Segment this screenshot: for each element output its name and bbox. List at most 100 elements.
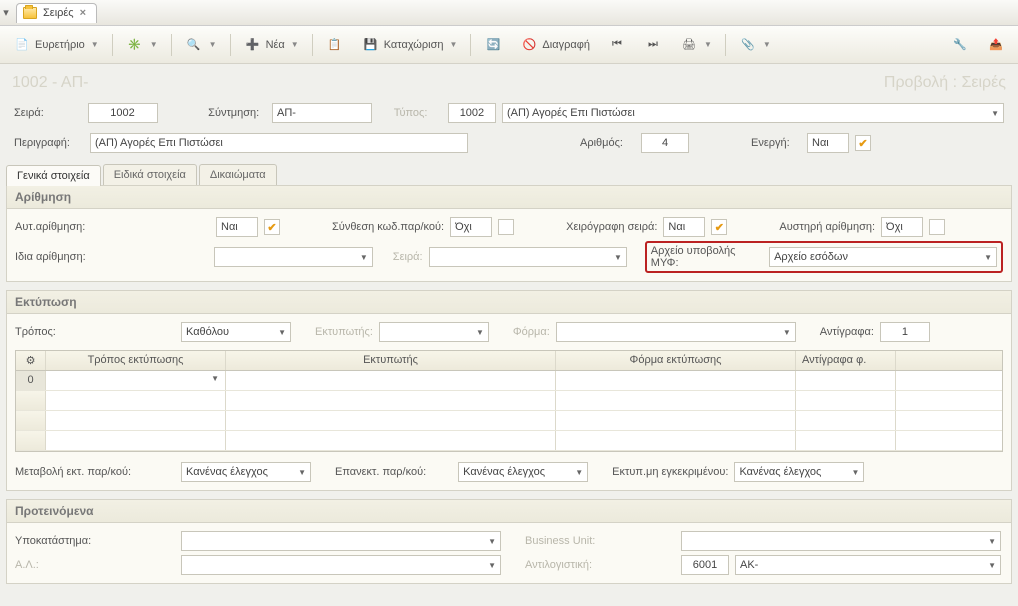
series-input[interactable] [88,103,158,123]
tab-bar-dropdown-icon[interactable]: ▾ [0,6,12,19]
mode-combo[interactable]: Καθόλου▼ [181,322,291,342]
series2-combo[interactable]: ▼ [429,247,627,267]
tools-button[interactable]: 🔧 [944,32,976,58]
tab-rights[interactable]: Δικαιώματα [199,164,277,185]
change-label: Μεταβολή εκτ. παρ/κού: [15,466,175,478]
document-icon: 📄 [13,36,31,54]
prev-button[interactable]: ⏮ [601,32,633,58]
myf-combo[interactable]: Αρχείο εσόδων▼ [769,247,997,267]
active-input[interactable] [807,133,849,153]
branch-combo[interactable]: ▼ [181,531,501,551]
type-code-input[interactable] [448,103,496,123]
breadcrumb-right: Προβολή : Σειρές [884,74,1006,92]
star-button[interactable]: ✳️▼ [119,32,165,58]
table-row[interactable] [16,431,1002,451]
myf-label: Αρχείο υποβολής ΜΥΦ: [651,245,765,269]
grid-header: ⚙ Τρόπος εκτύπωσης Εκτυπωτής Φόρμα εκτύπ… [16,351,1002,371]
suggested-title: Προτεινόμενα [7,500,1011,523]
copy-button[interactable]: 📋 [319,32,351,58]
exit-icon: 📤 [987,36,1005,54]
desc-input[interactable] [90,133,468,153]
print-button[interactable]: 🖨▼ [673,32,719,58]
attach-icon: 📎 [739,36,757,54]
window-tab[interactable]: Σειρές × [16,3,97,23]
form-combo[interactable]: ▼ [556,322,796,342]
printer-label: Εκτυπωτής: [315,326,373,338]
compose-label: Σύνθεση κωδ.παρ/κού: [332,221,444,233]
grid-h-form[interactable]: Φόρμα εκτύπωσης [556,351,796,370]
form-label: Φόρμα: [513,326,550,338]
index-label: Ευρετήριο [35,39,85,51]
grid-h-copies[interactable]: Αντίγραφα φ. [796,351,896,370]
reprint-label: Επανεκτ. παρ/κού: [335,466,426,478]
main-toolbar: 📄 Ευρετήριο ▼ ✳️▼ 🔍▼ ➕ Νέα ▼ 📋 💾 Καταχώρ… [0,26,1018,64]
header-form: Σειρά: Σύντμηση: Τύπος: (ΑΠ) Αγορές Επι … [6,98,1012,158]
exit-button[interactable]: 📤 [980,32,1012,58]
manual-checkbox[interactable] [711,219,727,235]
new-button[interactable]: ➕ Νέα ▼ [237,32,306,58]
compose-input[interactable] [450,217,492,237]
numbering-panel: Αρίθμηση Αυτ.αρίθμηση: Σύνθεση κωδ.παρ/κ… [6,185,1012,282]
strict-input[interactable] [881,217,923,237]
grid-h-mode[interactable]: Τρόπος εκτύπωσης [46,351,226,370]
delete-button[interactable]: 🚫 Διαγραφή [513,32,597,58]
active-checkbox[interactable] [855,135,871,151]
counter-desc-combo[interactable]: ΑΚ-▼ [735,555,1001,575]
auto-number-input[interactable] [216,217,258,237]
copies-label: Αντίγραφα: [820,326,874,338]
grid-gear-icon[interactable]: ⚙ [16,351,46,370]
counter-code-input[interactable] [681,555,729,575]
printer-combo[interactable]: ▼ [379,322,489,342]
unapproved-combo[interactable]: Κανένας έλεγχος▼ [734,462,864,482]
grid-h-printer[interactable]: Εκτυπωτής [226,351,556,370]
type-label: Τύπος: [394,107,442,119]
refresh-icon: 🔄 [484,36,502,54]
breadcrumb: 1002 - ΑΠ- Προβολή : Σειρές [0,64,1018,98]
tab-general[interactable]: Γενικά στοιχεία [6,165,101,186]
table-row[interactable]: 0 ▼ [16,371,1002,391]
reprint-combo[interactable]: Κανένας έλεγχος▼ [458,462,588,482]
save-label: Καταχώριση [384,39,444,51]
manual-label: Χειρόγραφη σειρά: [566,221,657,233]
tab-special[interactable]: Ειδικά στοιχεία [103,164,197,185]
numbering-title: Αρίθμηση [7,186,1011,209]
desc-label: Περιγραφή: [14,137,84,149]
refresh-button[interactable]: 🔄 [477,32,509,58]
strict-checkbox[interactable] [929,219,945,235]
number-input[interactable] [641,133,689,153]
search-button[interactable]: 🔍▼ [178,32,224,58]
same-number-combo[interactable]: ▼ [214,247,373,267]
wrench-icon: 🔧 [951,36,969,54]
save-button[interactable]: 💾 Καταχώριση ▼ [355,32,465,58]
active-label: Ενεργή: [751,137,801,149]
type-desc-combo[interactable]: (ΑΠ) Αγορές Επι Πιστώσει▼ [502,103,1004,123]
star-icon: ✳️ [126,36,144,54]
table-row[interactable] [16,411,1002,431]
inner-tabs: Γενικά στοιχεία Ειδικά στοιχεία Δικαιώμα… [6,164,1018,185]
plus-icon: ➕ [244,36,262,54]
close-icon[interactable]: × [80,7,86,19]
save-icon: 💾 [362,36,380,54]
manual-input[interactable] [663,217,705,237]
copies-input[interactable] [880,322,930,342]
printing-panel: Εκτύπωση Τρόπος: Καθόλου▼ Εκτυπωτής: ▼ Φ… [6,290,1012,491]
next-button[interactable]: ⏭ [637,32,669,58]
folder-icon [23,7,37,19]
auto-number-label: Αυτ.αρίθμηση: [15,221,210,233]
number-label: Αριθμός: [580,137,635,149]
change-combo[interactable]: Κανένας έλεγχος▼ [181,462,311,482]
auto-number-checkbox[interactable] [264,219,280,235]
index-button[interactable]: 📄 Ευρετήριο ▼ [6,32,106,58]
al-combo[interactable]: ▼ [181,555,501,575]
breadcrumb-left: 1002 - ΑΠ- [12,74,88,92]
attach-button[interactable]: 📎▼ [732,32,778,58]
abbrev-input[interactable] [272,103,372,123]
bu-combo[interactable]: ▼ [681,531,1001,551]
printing-title: Εκτύπωση [7,291,1011,314]
delete-icon: 🚫 [520,36,538,54]
compose-checkbox[interactable] [498,219,514,235]
new-label: Νέα [266,39,285,51]
table-row[interactable] [16,391,1002,411]
chevron-down-icon: ▼ [91,40,99,49]
row-index: 0 [16,371,46,390]
